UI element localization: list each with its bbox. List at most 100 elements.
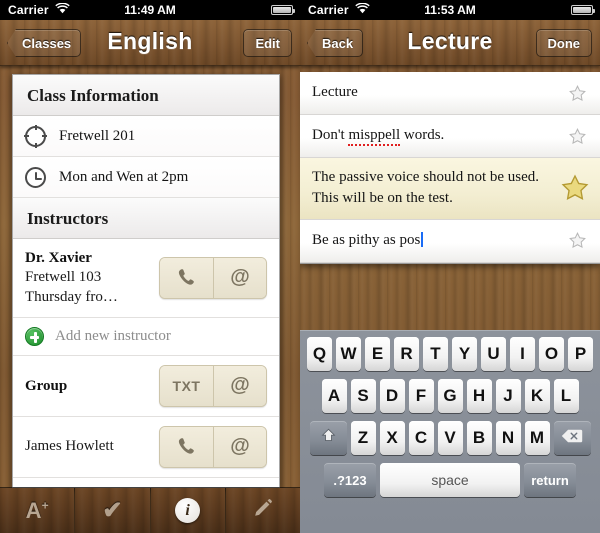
instructor-name: Dr. Xavier: [25, 250, 92, 266]
key-a[interactable]: A: [321, 379, 347, 413]
group-row[interactable]: Group TXT @: [13, 355, 279, 417]
key-y[interactable]: Y: [452, 337, 477, 371]
note-text[interactable]: Be as pithy as pos: [312, 230, 558, 251]
on-screen-keyboard: QWERTYUIOP ASDFGHJKL ZXCVBNM .?123 space…: [300, 330, 600, 533]
shift-key[interactable]: [309, 421, 347, 455]
pencil-icon: [252, 497, 274, 525]
instructor-info: Dr. Xavier Fretwell 103 Thursday fro…: [25, 248, 159, 308]
section-header-class-information: Class Information: [13, 75, 279, 116]
location-value: Fretwell 201: [59, 127, 136, 144]
keyboard-row-4: .?123 space return: [300, 463, 600, 497]
status-bar-left: Carrier 11:49 AM: [0, 0, 300, 20]
star-outline-icon[interactable]: [564, 127, 590, 146]
note-text[interactable]: Don't misppell words.: [312, 125, 558, 147]
note-text[interactable]: Lecture: [312, 82, 558, 103]
class-detail-card: Class Information Fretwell 201 Mon and W…: [12, 74, 280, 488]
group-contact-buttons: TXT @: [159, 364, 267, 407]
contact-buttons: @: [159, 425, 267, 468]
tab-bar: A+ ✔ i: [0, 487, 300, 533]
key-s[interactable]: S: [350, 379, 376, 413]
key-j[interactable]: J: [495, 379, 521, 413]
right-screen-lecture-notes: Carrier 11:53 AM Back Lecture Done Lectu…: [300, 0, 600, 533]
key-z[interactable]: Z: [350, 421, 376, 455]
key-u[interactable]: U: [481, 337, 506, 371]
key-f[interactable]: F: [408, 379, 434, 413]
text-cursor: [421, 231, 424, 247]
key-b[interactable]: B: [466, 421, 492, 455]
nav-bar-right: Back Lecture Done: [300, 20, 600, 66]
key-p[interactable]: P: [568, 337, 593, 371]
key-i[interactable]: I: [510, 337, 535, 371]
key-l[interactable]: L: [553, 379, 579, 413]
key-w[interactable]: W: [336, 337, 361, 371]
battery-icon: [271, 5, 295, 15]
star-filled-icon[interactable]: [560, 173, 590, 203]
shift-icon: [320, 427, 337, 449]
email-icon[interactable]: @: [213, 426, 266, 467]
misspelled-word: misppell: [348, 127, 401, 147]
phone-icon[interactable]: [160, 257, 213, 298]
note-row[interactable]: Lecture: [300, 72, 600, 115]
email-icon[interactable]: @: [213, 365, 266, 406]
backspace-key[interactable]: [553, 421, 591, 455]
schedule-value: Mon and Wen at 2pm: [59, 168, 189, 185]
phone-icon[interactable]: [160, 426, 213, 467]
text-message-icon[interactable]: TXT: [160, 365, 213, 406]
note-row-starred[interactable]: The passive voice should not be used. Th…: [300, 158, 600, 220]
clock-label: 11:53 AM: [424, 3, 476, 17]
keyboard-row-3: ZXCVBNM: [300, 421, 600, 455]
add-new-instructor-row[interactable]: Add new instructor: [13, 317, 279, 356]
checkmark-icon: ✔: [102, 497, 123, 524]
contact-name: James Howlett: [25, 437, 114, 454]
key-v[interactable]: V: [437, 421, 463, 455]
contact-info: James Howlett: [25, 437, 159, 457]
keyboard-row-1: QWERTYUIOP: [300, 337, 600, 371]
card-scroll-area[interactable]: Class Information Fretwell 201 Mon and W…: [13, 75, 279, 487]
key-t[interactable]: T: [423, 337, 448, 371]
instructor-location: Fretwell 103: [25, 269, 102, 286]
star-outline-icon[interactable]: [564, 84, 590, 103]
note-row-editing[interactable]: Be as pithy as pos: [300, 219, 600, 263]
tab-tasks[interactable]: ✔: [75, 488, 151, 533]
section-header-instructors: Instructors: [13, 198, 279, 239]
key-d[interactable]: D: [379, 379, 405, 413]
key-h[interactable]: H: [466, 379, 492, 413]
done-button[interactable]: Done: [535, 29, 592, 57]
tab-grades[interactable]: A+: [0, 488, 76, 533]
backspace-icon: [561, 428, 583, 448]
status-bar-right: Carrier 11:53 AM: [300, 0, 600, 20]
contact-row-james-howlett[interactable]: James Howlett @: [13, 416, 279, 478]
key-n[interactable]: N: [495, 421, 521, 455]
group-label: Group: [25, 377, 68, 394]
info-circle-icon: i: [175, 498, 201, 523]
instructor-contact-buttons: @: [159, 256, 267, 299]
email-icon[interactable]: @: [213, 257, 266, 298]
star-outline-icon[interactable]: [564, 231, 590, 250]
tab-info[interactable]: i: [150, 488, 226, 533]
numbers-key[interactable]: .?123: [324, 463, 376, 497]
note-text-value: Be as pithy as pos: [312, 231, 421, 248]
tab-notes[interactable]: [225, 488, 300, 533]
row-schedule[interactable]: Mon and Wen at 2pm: [13, 157, 279, 198]
clock-icon: [25, 166, 46, 188]
space-key[interactable]: space: [380, 463, 520, 497]
key-e[interactable]: E: [365, 337, 390, 371]
key-c[interactable]: C: [408, 421, 434, 455]
keyboard-row-2: ASDFGHJKL: [300, 379, 600, 413]
note-text[interactable]: The passive voice should not be used. Th…: [312, 167, 554, 210]
instructor-row[interactable]: Dr. Xavier Fretwell 103 Thursday fro… @: [13, 239, 279, 318]
key-m[interactable]: M: [524, 421, 550, 455]
add-new-instructor-label: Add new instructor: [55, 327, 171, 344]
instructor-hours: Thursday fro…: [25, 289, 118, 306]
key-x[interactable]: X: [379, 421, 405, 455]
note-row[interactable]: Don't misppell words.: [300, 115, 600, 158]
key-q[interactable]: Q: [307, 337, 332, 371]
key-r[interactable]: R: [394, 337, 419, 371]
key-o[interactable]: O: [539, 337, 564, 371]
row-location[interactable]: Fretwell 201: [13, 116, 279, 157]
key-g[interactable]: G: [437, 379, 463, 413]
note-text-before: Don't: [312, 127, 349, 144]
return-key[interactable]: return: [524, 463, 576, 497]
key-k[interactable]: K: [524, 379, 550, 413]
edit-button[interactable]: Edit: [243, 29, 292, 57]
